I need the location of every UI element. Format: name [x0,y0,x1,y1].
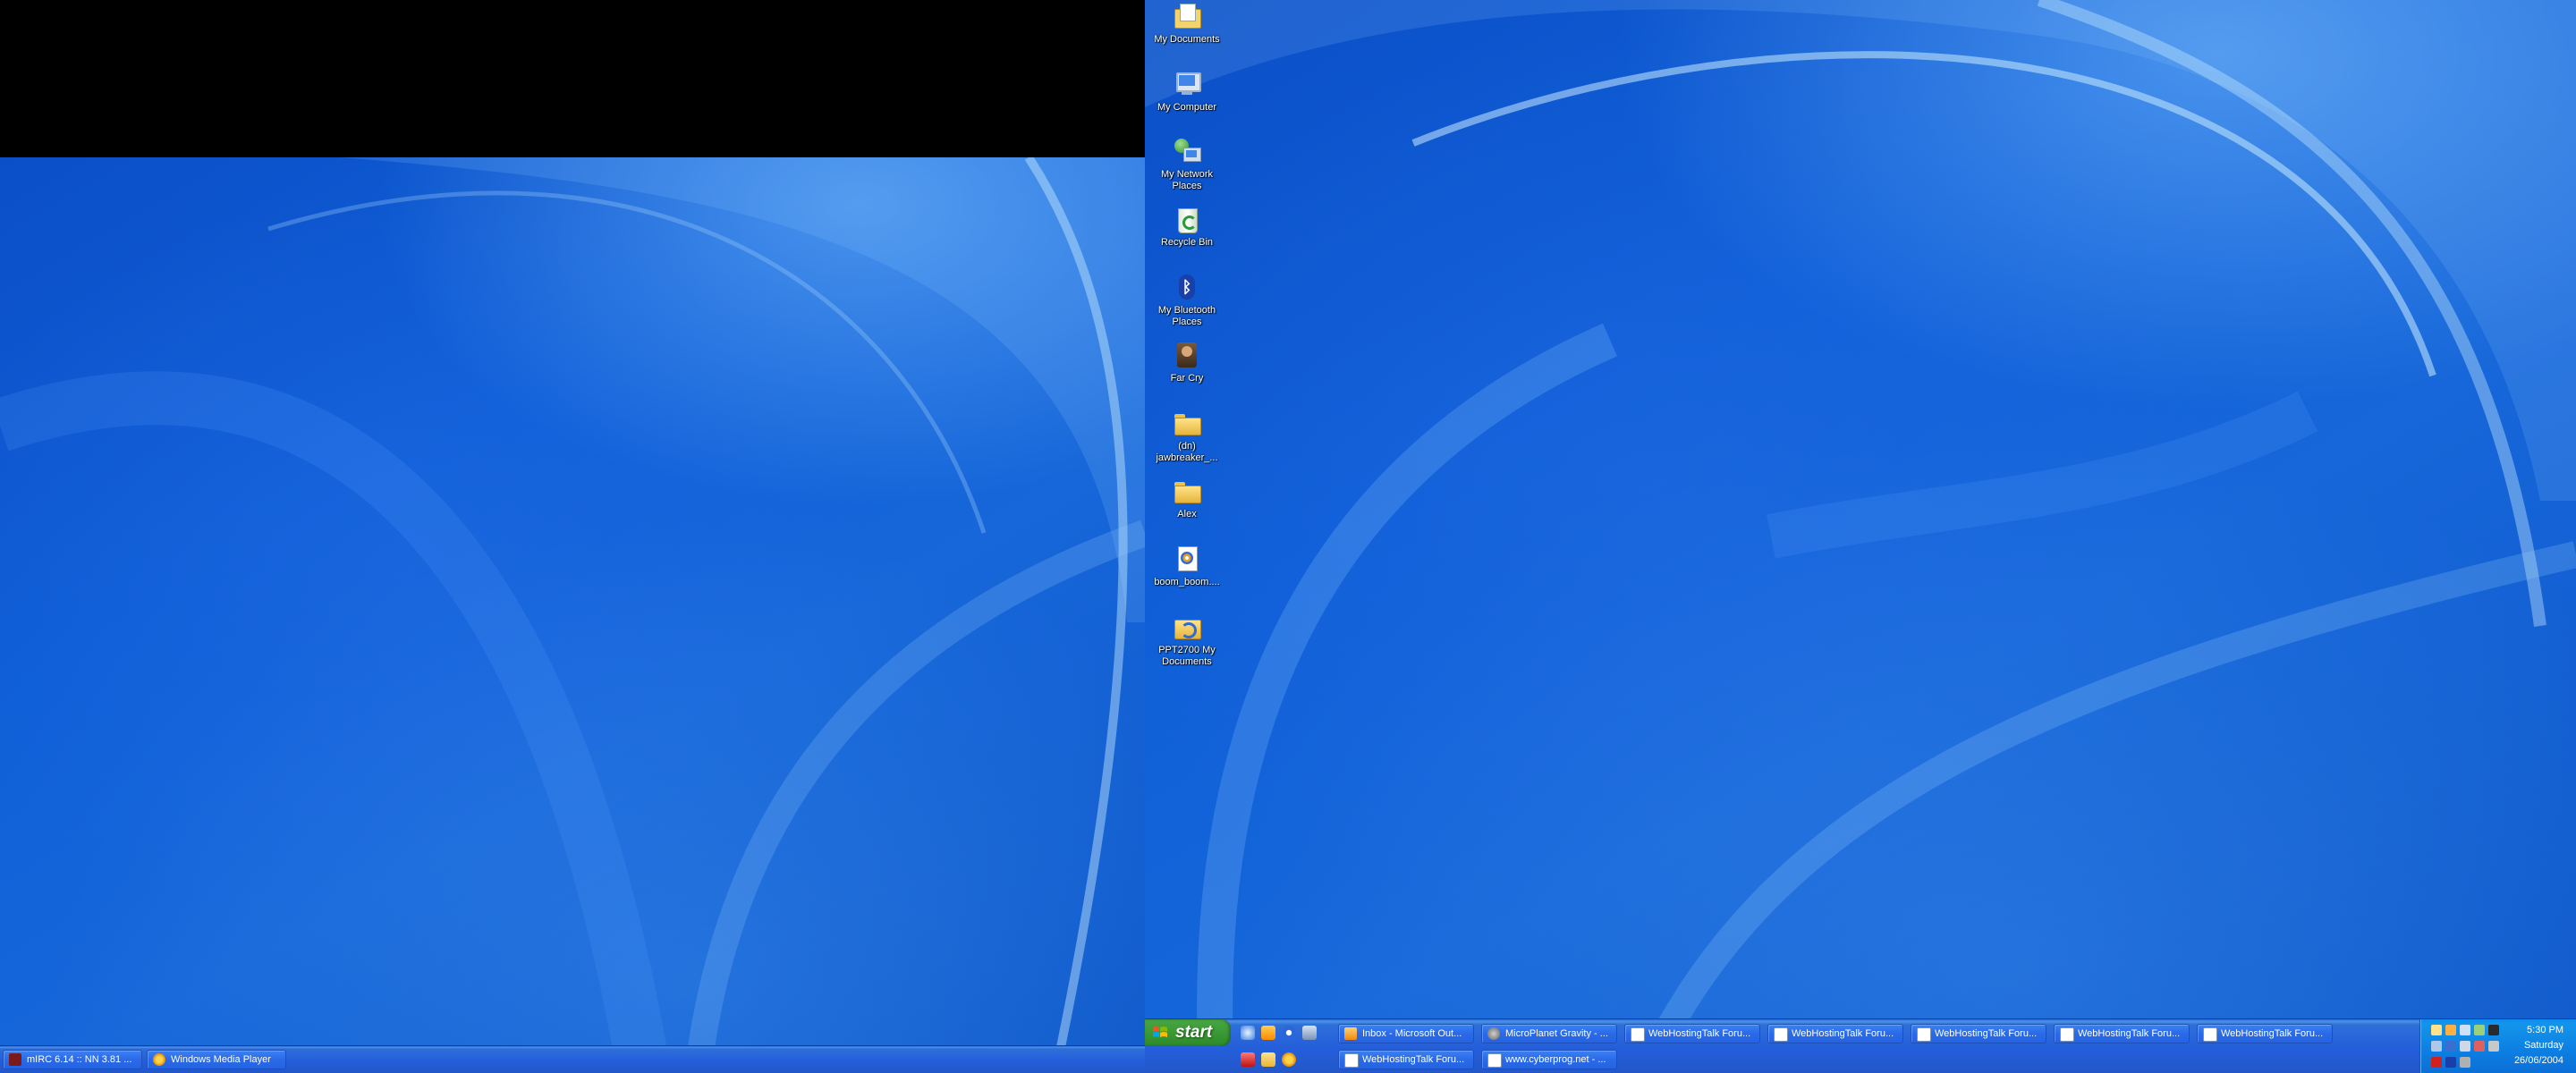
tray-clock[interactable]: 5:30 PM Saturday 26/06/2004 [2501,1023,2563,1069]
start-button[interactable]: start [1145,1019,1231,1046]
windows-flag-icon [1153,1027,1167,1037]
tray-network-icon[interactable] [2460,1025,2470,1035]
left-monitor: mIRC 6.14 :: NN 3.81 ... Windows Media P… [0,157,1145,1073]
show-desktop-icon[interactable] [1241,1026,1255,1040]
folder-icon [1173,409,1201,437]
desktop-icon-my-computer[interactable]: My Computer [1147,70,1227,114]
taskbar-button-label: WebHostingTalk Foru... [1362,1054,1465,1065]
sync-folder-icon [1173,613,1201,641]
desktop-icon-label: (dn) jawbreaker_... [1156,441,1218,463]
left-taskbar: mIRC 6.14 :: NN 3.81 ... Windows Media P… [0,1045,1145,1073]
media-file-icon [1173,545,1201,573]
tray-connection-icon[interactable] [2460,1041,2470,1052]
tray-power-icon[interactable] [2488,1041,2499,1052]
taskbar-button-windows-media-player[interactable]: Windows Media Player [147,1050,286,1069]
browser-page-icon [1487,1053,1502,1068]
outlook-icon [1344,1027,1357,1040]
clock-day: Saturday [2523,1040,2563,1051]
tray-display-icon[interactable] [2445,1041,2456,1052]
browser-page-icon [1774,1027,1788,1042]
desktop-icon-ppt2700-my-documents[interactable]: PPT2700 My Documents [1147,613,1227,668]
internet-icon[interactable] [1282,1026,1296,1040]
taskbar-button-label: mIRC 6.14 :: NN 3.81 ... [27,1054,132,1065]
desktop-icon-label: My Computer [1157,102,1217,113]
taskbar-button-label: WebHostingTalk Foru... [2078,1028,2181,1039]
desktop-icon-my-bluetooth-places[interactable]: ᛒ My Bluetooth Places [1147,273,1227,328]
desktop-icon-boom-boom[interactable]: boom_boom.... [1147,545,1227,588]
network-places-icon [1173,137,1201,165]
tray-bluetooth-icon[interactable] [2445,1057,2456,1068]
tray-antivirus-icon[interactable] [2431,1057,2442,1068]
wallpaper-swoosh-right [1145,0,2576,1073]
taskbar-button-label: WebHostingTalk Foru... [2221,1028,2324,1039]
taskbar-button-webhostingtalk[interactable]: WebHostingTalk Foru... [1767,1024,1903,1043]
taskbar-button-label: WebHostingTalk Foru... [1792,1028,1894,1039]
desktop-icon-label: Recycle Bin [1160,237,1214,248]
browser-page-icon [1344,1053,1359,1068]
firefox-icon[interactable] [1261,1026,1275,1040]
taskbar-button-cyberprog[interactable]: www.cyberprog.net - ... [1481,1050,1617,1069]
my-computer-icon [1173,70,1201,98]
taskbar-button-label: Inbox - Microsoft Out... [1362,1028,1462,1039]
antivirus-icon[interactable] [1241,1052,1255,1067]
bluetooth-icon: ᛒ [1173,273,1201,301]
browser-page-icon [1631,1027,1645,1042]
desktop-icon-recycle-bin[interactable]: Recycle Bin [1147,205,1227,249]
taskbar-button-webhostingtalk[interactable]: WebHostingTalk Foru... [1911,1024,2046,1043]
taskbar-button-label: WebHostingTalk Foru... [1935,1028,2038,1039]
desktop-wallpaper-left [0,157,1145,1073]
right-monitor: My Documents My Computer My Network Plac… [1145,0,2576,1073]
desktop-icon-label: Alex [1177,509,1197,520]
taskbar-button-outlook[interactable]: Inbox - Microsoft Out... [1338,1024,1474,1043]
taskbar-button-label: Windows Media Player [171,1054,271,1065]
desktop-icon-far-cry[interactable]: Far Cry [1147,341,1227,384]
taskbar-button-label: WebHostingTalk Foru... [1648,1028,1751,1039]
mirc-icon [9,1053,21,1066]
taskbar-button-mirc[interactable]: mIRC 6.14 :: NN 3.81 ... [3,1050,142,1069]
app-quicklaunch-icon[interactable] [1302,1026,1317,1040]
media-player-quicklaunch-icon[interactable] [1282,1052,1296,1067]
desktop-wallpaper-right [1145,0,2576,1073]
desktop-icon-alex-folder[interactable]: Alex [1147,477,1227,520]
taskbar-button-webhostingtalk[interactable]: WebHostingTalk Foru... [1624,1024,1760,1043]
my-documents-icon [1173,2,1201,30]
browser-page-icon [2060,1027,2074,1042]
desktop-icon-my-network-places[interactable]: My Network Places [1147,137,1227,192]
desktop-icon-label: boom_boom.... [1154,577,1220,587]
taskbar-button-webhostingtalk[interactable]: WebHostingTalk Foru... [1338,1050,1474,1069]
desktop-icon-label: My Network Places [1160,169,1214,191]
winamp-icon[interactable] [1261,1052,1275,1067]
desktop-icon-my-documents[interactable]: My Documents [1147,2,1227,46]
tray-volume-icon[interactable] [2431,1041,2442,1052]
tray-security-icon[interactable] [2474,1041,2485,1052]
browser-page-icon [2203,1027,2217,1042]
desktop-icon-jawbreaker-folder[interactable]: (dn) jawbreaker_... [1147,409,1227,464]
taskbar-button-gravity[interactable]: MicroPlanet Gravity - ... [1481,1024,1617,1043]
browser-page-icon [1917,1027,1931,1042]
clock-time: 5:30 PM [2527,1025,2563,1035]
desktop-icon-label: My Documents [1154,34,1220,45]
taskbar-button-webhostingtalk[interactable]: WebHostingTalk Foru... [2197,1024,2333,1043]
tray-monitor-icon[interactable] [2488,1025,2499,1035]
folder-icon [1173,477,1201,505]
tray-misc-icon[interactable] [2460,1057,2470,1068]
taskbar-button-label: MicroPlanet Gravity - ... [1505,1028,1608,1039]
recycle-bin-icon [1173,205,1201,233]
right-taskbar: start Inbox - Microsoft Out... MicroPlan… [1145,1018,2576,1073]
start-label: start [1175,1023,1213,1042]
desktop-icon-label: PPT2700 My Documents [1158,645,1216,667]
desktop-icon-label: My Bluetooth Places [1157,305,1216,327]
tray-folder-icon[interactable] [2431,1025,2442,1035]
taskbar-button-label: www.cyberprog.net - ... [1505,1054,1606,1065]
system-tray: 5:30 PM Saturday 26/06/2004 [2419,1019,2576,1073]
taskbar-button-webhostingtalk[interactable]: WebHostingTalk Foru... [2054,1024,2190,1043]
far-cry-icon [1173,341,1201,369]
wallpaper-swoosh-left [0,157,1145,1073]
media-player-icon [153,1053,165,1066]
desktop-icon-label: Far Cry [1170,373,1204,384]
gravity-icon [1487,1027,1500,1040]
tray-app-icon[interactable] [2474,1025,2485,1035]
tray-messenger-icon[interactable] [2445,1025,2456,1035]
clock-date: 26/06/2004 [2513,1055,2563,1066]
